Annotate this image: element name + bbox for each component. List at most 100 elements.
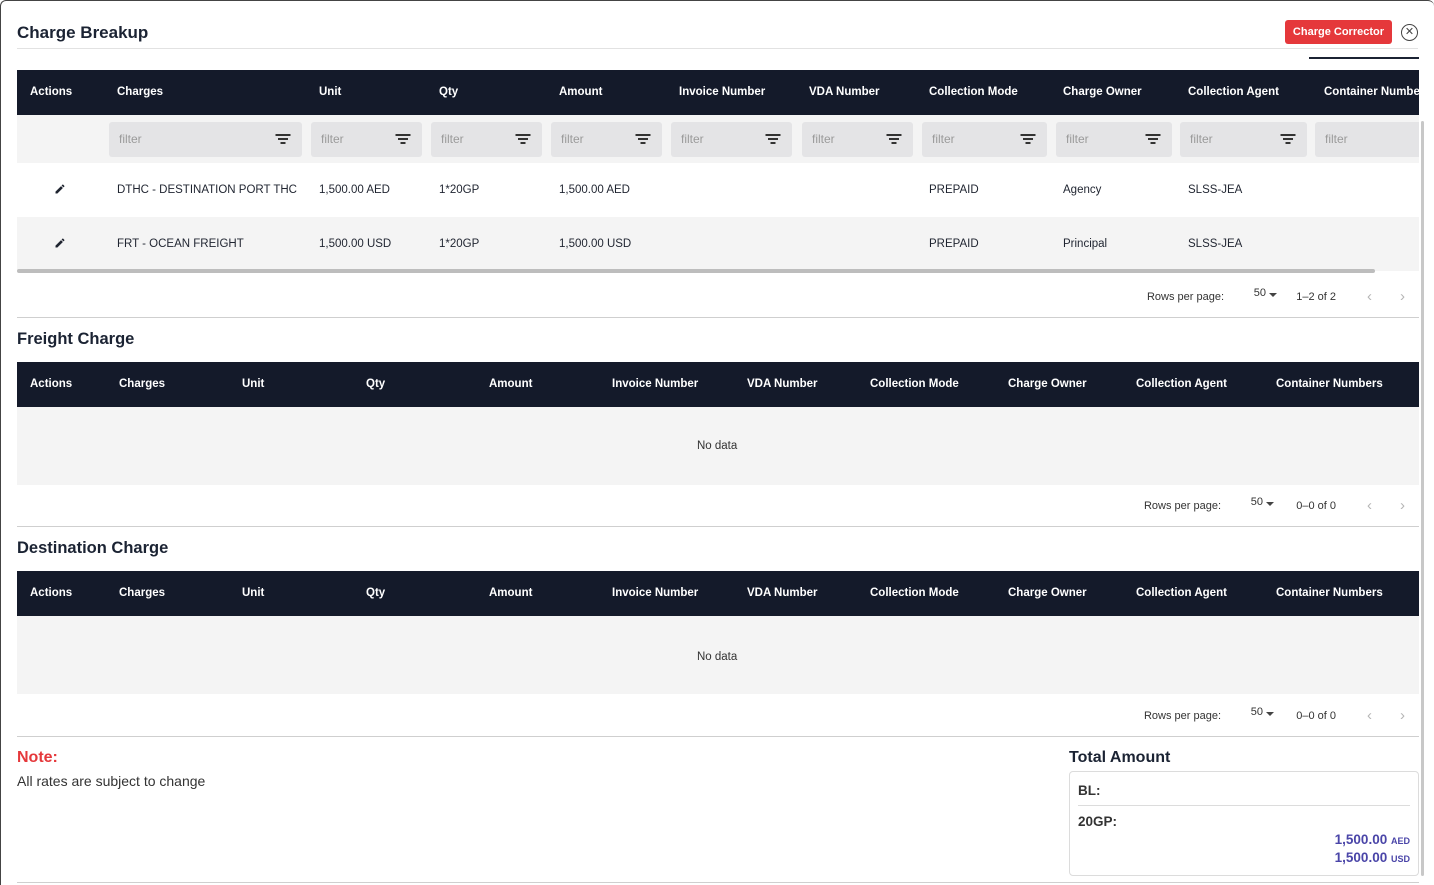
- table-header: Actions Charges Unit Qty Amount Invoice …: [17, 571, 1419, 616]
- col-amount[interactable]: Amount: [559, 86, 602, 98]
- horizontal-scrollbar[interactable]: [17, 269, 1375, 273]
- filter-vda-number[interactable]: filter: [802, 122, 913, 157]
- close-icon[interactable]: ✕: [1401, 24, 1418, 41]
- filter-invoice-number[interactable]: filter: [671, 122, 792, 157]
- charge-corrector-button[interactable]: Charge Corrector: [1284, 20, 1392, 44]
- chevron-right-icon[interactable]: ›: [1400, 707, 1405, 724]
- cell-charge: FRT - OCEAN FREIGHT: [117, 238, 244, 250]
- cell-unit: 1,500.00 AED: [319, 184, 390, 196]
- chevron-left-icon[interactable]: ‹: [1367, 497, 1372, 514]
- col-invoice-number[interactable]: Invoice Number: [679, 86, 765, 98]
- col-collection-mode[interactable]: Collection Mode: [929, 86, 1018, 98]
- cell-collection-mode: PREPAID: [929, 184, 979, 196]
- pagination-freight: Rows per page: 50 0–0 of 0 ‹ ›: [1118, 496, 1418, 516]
- col-collection-mode[interactable]: Collection Mode: [870, 587, 959, 599]
- filter-icon[interactable]: [1020, 134, 1035, 145]
- total-amount-aed: 1,500.00 AED: [1335, 832, 1410, 847]
- col-unit[interactable]: Unit: [319, 86, 341, 98]
- vertical-scrollbar[interactable]: [1421, 121, 1424, 876]
- charge-breakup-modal: Charge Breakup Charge Corrector ✕ Action…: [0, 0, 1434, 885]
- filter-icon[interactable]: [1280, 134, 1295, 145]
- filter-amount[interactable]: filter: [551, 122, 662, 157]
- col-vda-number[interactable]: VDA Number: [747, 378, 818, 390]
- chevron-down-icon[interactable]: [1266, 502, 1274, 506]
- rows-per-page-select[interactable]: 50: [1251, 706, 1263, 718]
- filter-collection-mode[interactable]: filter: [922, 122, 1047, 157]
- table-row: FRT - OCEAN FREIGHT 1,500.00 USD 1*20GP …: [17, 217, 1419, 271]
- rows-per-page-select[interactable]: 50: [1254, 287, 1266, 299]
- bl-label: BL:: [1078, 783, 1101, 798]
- filter-icon[interactable]: [635, 134, 650, 145]
- filter-placeholder: filter: [561, 132, 584, 146]
- col-container-numbers[interactable]: Container Numbers: [1276, 378, 1383, 390]
- filter-container-numbers[interactable]: filter: [1315, 122, 1419, 157]
- col-collection-mode[interactable]: Collection Mode: [870, 378, 959, 390]
- cell-charge: DTHC - DESTINATION PORT THC: [117, 184, 297, 196]
- col-unit[interactable]: Unit: [242, 378, 264, 390]
- col-amount[interactable]: Amount: [489, 587, 532, 599]
- filter-icon[interactable]: [275, 134, 290, 145]
- cell-amount: 1,500.00 AED: [559, 184, 630, 196]
- col-invoice-number[interactable]: Invoice Number: [612, 587, 698, 599]
- col-collection-agent[interactable]: Collection Agent: [1188, 86, 1279, 98]
- rows-per-page-label: Rows per page:: [1143, 500, 1221, 512]
- no-data-row: No data: [17, 407, 1419, 485]
- chevron-down-icon[interactable]: [1266, 712, 1274, 716]
- filter-icon[interactable]: [395, 134, 410, 145]
- col-charge-owner[interactable]: Charge Owner: [1063, 86, 1142, 98]
- col-actions[interactable]: Actions: [30, 587, 72, 599]
- col-charges[interactable]: Charges: [119, 587, 165, 599]
- destination-charge-title: Destination Charge: [17, 539, 169, 557]
- chevron-right-icon[interactable]: ›: [1400, 497, 1405, 514]
- col-vda-number[interactable]: VDA Number: [747, 587, 818, 599]
- filter-placeholder: filter: [441, 132, 464, 146]
- col-qty[interactable]: Qty: [366, 378, 385, 390]
- chevron-right-icon[interactable]: ›: [1400, 288, 1405, 305]
- pagination-destination: Rows per page: 50 0–0 of 0 ‹ ›: [1118, 706, 1418, 726]
- amount-currency: AED: [1390, 836, 1410, 846]
- col-charges[interactable]: Charges: [119, 378, 165, 390]
- rows-per-page-select[interactable]: 50: [1251, 496, 1263, 508]
- col-invoice-number[interactable]: Invoice Number: [612, 378, 698, 390]
- col-unit[interactable]: Unit: [242, 587, 264, 599]
- filter-placeholder: filter: [1066, 132, 1089, 146]
- col-charge-owner[interactable]: Charge Owner: [1008, 587, 1087, 599]
- no-data-text: No data: [697, 440, 738, 452]
- filter-charges[interactable]: filter: [109, 122, 302, 157]
- col-actions[interactable]: Actions: [30, 86, 72, 98]
- col-qty[interactable]: Qty: [439, 86, 458, 98]
- filter-icon[interactable]: [886, 134, 901, 145]
- filter-icon[interactable]: [1145, 134, 1160, 145]
- container-type-label: 20GP:: [1078, 814, 1118, 829]
- filter-unit[interactable]: filter: [311, 122, 422, 157]
- cell-charge-owner: Principal: [1063, 238, 1108, 250]
- filter-charge-owner[interactable]: filter: [1056, 122, 1172, 157]
- filter-placeholder: filter: [1325, 132, 1348, 146]
- amount-value: 1,500.00: [1334, 850, 1388, 865]
- col-container-numbers[interactable]: Container Numbe: [1324, 86, 1419, 98]
- freight-charge-title: Freight Charge: [17, 330, 135, 348]
- chevron-down-icon[interactable]: [1269, 293, 1277, 297]
- col-vda-number[interactable]: VDA Number: [809, 86, 880, 98]
- filter-collection-agent[interactable]: filter: [1180, 122, 1307, 157]
- chevron-left-icon[interactable]: ‹: [1367, 288, 1372, 305]
- col-charge-owner[interactable]: Charge Owner: [1008, 378, 1087, 390]
- col-collection-agent[interactable]: Collection Agent: [1136, 587, 1227, 599]
- col-amount[interactable]: Amount: [489, 378, 532, 390]
- note-text: All rates are subject to change: [17, 773, 206, 789]
- col-qty[interactable]: Qty: [366, 587, 385, 599]
- col-actions[interactable]: Actions: [30, 378, 72, 390]
- col-container-numbers[interactable]: Container Numbers: [1276, 587, 1383, 599]
- total-amount-title: Total Amount: [1069, 749, 1171, 766]
- col-charges[interactable]: Charges: [117, 86, 163, 98]
- filter-placeholder: filter: [812, 132, 835, 146]
- col-collection-agent[interactable]: Collection Agent: [1136, 378, 1227, 390]
- cell-collection-agent: SLSS-JEA: [1188, 184, 1243, 196]
- filter-qty[interactable]: filter: [431, 122, 542, 157]
- edit-pencil-icon[interactable]: [54, 237, 66, 249]
- no-data-text: No data: [697, 651, 738, 663]
- chevron-left-icon[interactable]: ‹: [1367, 707, 1372, 724]
- filter-icon[interactable]: [765, 134, 780, 145]
- edit-pencil-icon[interactable]: [54, 183, 66, 195]
- filter-icon[interactable]: [515, 134, 530, 145]
